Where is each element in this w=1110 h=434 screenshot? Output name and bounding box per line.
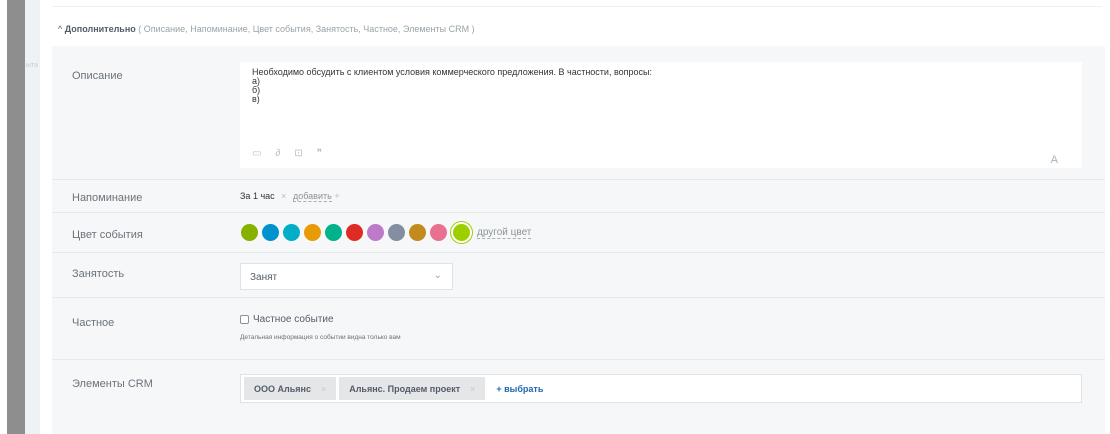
reminder-value: За 1 час [240, 191, 275, 201]
video-icon[interactable]: ▭ [252, 148, 261, 159]
description-editor[interactable]: Необходимо обсудить с клиентом условия к… [240, 62, 1082, 168]
description-text[interactable]: Необходимо обсудить с клиентом условия к… [240, 62, 1082, 110]
color-swatch[interactable] [367, 224, 384, 241]
crm-selector[interactable]: ООО Альянс × Альянс. Продаем проект × + вы… [240, 374, 1082, 403]
busy-label: Занятость [72, 268, 125, 280]
row-busy: Занятость Занят ⌄ [52, 253, 1105, 298]
private-label: Частное [72, 317, 115, 329]
description-label: Описание [72, 70, 123, 82]
section-body: Описание Необходимо обсудить с клиентом … [52, 46, 1105, 434]
private-checkbox-label[interactable]: Частное событие [253, 314, 334, 325]
divider [52, 6, 1102, 7]
color-swatch[interactable] [430, 224, 447, 241]
row-color: Цвет события другой цвет [52, 213, 1105, 253]
color-swatch[interactable] [262, 224, 279, 241]
color-swatch[interactable] [241, 224, 258, 241]
crm-select-link[interactable]: + выбрать [496, 384, 543, 394]
plus-icon[interactable]: + [334, 191, 339, 201]
row-reminder: Напоминание За 1 час × добавить + [52, 180, 1105, 213]
font-format-button[interactable]: A [1051, 154, 1058, 166]
reminder-label: Напоминание [72, 192, 143, 204]
private-checkbox[interactable] [240, 315, 249, 324]
busy-value: Занят [250, 272, 278, 283]
private-hint: Детальная информация о событии видна тол… [240, 334, 401, 341]
private-checkbox-wrap[interactable]: Частное событие [240, 314, 334, 325]
color-swatch[interactable] [388, 224, 405, 241]
color-swatch[interactable] [304, 224, 321, 241]
chevron-up-icon[interactable]: ^ [58, 24, 62, 34]
row-crm: Элементы CRM ООО Альянс × Альянс. Продаем… [52, 360, 1105, 434]
row-private: Частное Частное событие Детальная информ… [52, 298, 1105, 360]
link-icon[interactable]: ∂ [275, 148, 280, 159]
reminder-remove-icon[interactable]: × [281, 191, 286, 201]
crm-tag-label: Альянс. Продаем проект [349, 383, 461, 394]
crm-tag[interactable]: Альянс. Продаем проект × [339, 377, 486, 400]
busy-select[interactable]: Занят ⌄ [240, 263, 453, 290]
color-label: Цвет события [72, 229, 143, 241]
camera-icon[interactable]: ⊡ [294, 148, 302, 159]
other-color-link[interactable]: другой цвет [477, 227, 532, 239]
section-title[interactable]: Дополнительно [65, 24, 136, 34]
close-icon[interactable]: × [470, 384, 475, 394]
color-swatch[interactable] [409, 224, 426, 241]
left-sidebar-strip [7, 0, 25, 434]
quote-icon[interactable]: ❞ [317, 148, 322, 159]
crm-tag-label: ООО Альянс [254, 383, 311, 394]
color-swatch[interactable] [346, 224, 363, 241]
color-swatch[interactable] [325, 224, 342, 241]
close-icon[interactable]: × [321, 384, 326, 394]
reminder-add-link[interactable]: добавить [292, 191, 332, 202]
crm-label: Элементы CRM [72, 378, 153, 390]
chevron-down-icon: ⌄ [433, 270, 442, 281]
row-description: Описание Необходимо обсудить с клиентом … [52, 46, 1105, 180]
sidebar-ghost-text: ыта [26, 62, 39, 69]
section-header[interactable]: ^ Дополнительно ( Описание, Напоминание,… [58, 24, 475, 34]
color-swatch-selected[interactable] [453, 224, 470, 241]
color-swatch[interactable] [283, 224, 300, 241]
crm-tag[interactable]: ООО Альянс × [244, 377, 337, 400]
section-fields-list: ( Описание, Напоминание, Цвет события, З… [138, 24, 475, 34]
